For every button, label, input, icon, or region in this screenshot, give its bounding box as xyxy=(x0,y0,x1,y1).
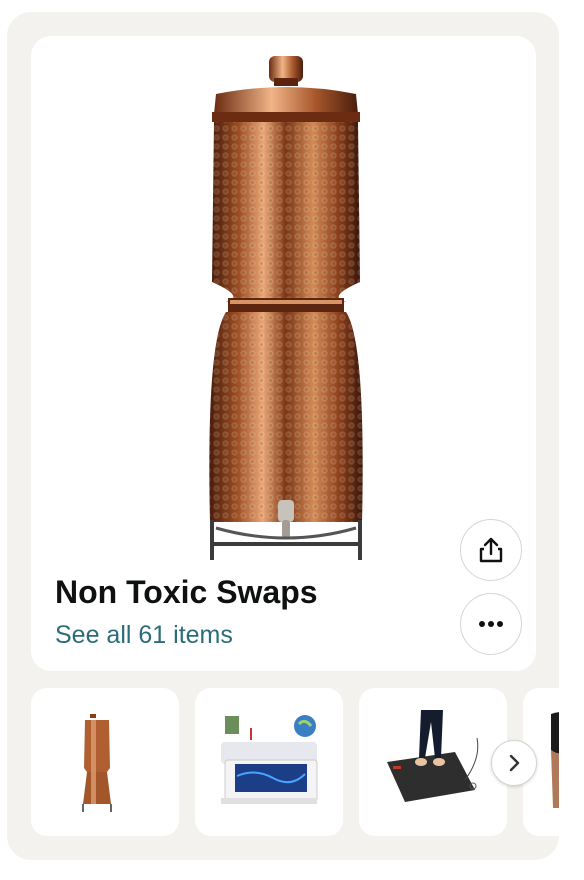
copper-dispenser-thumbnail-image xyxy=(82,714,112,812)
grounding-floor-mat-thumbnail-image xyxy=(387,710,479,802)
carousel-next-button[interactable] xyxy=(491,740,537,786)
copper-dispenser-image[interactable] xyxy=(176,52,396,560)
grounding-mattress-pad-thumbnail-image xyxy=(221,715,318,804)
more-options-icon xyxy=(479,621,503,627)
share-button[interactable] xyxy=(460,519,522,581)
thumbnail-item[interactable] xyxy=(195,688,343,836)
thumbnail-item[interactable] xyxy=(31,688,179,836)
more-options-button[interactable] xyxy=(460,593,522,655)
chevron-right-icon xyxy=(509,754,520,772)
list-title: Non Toxic Swaps xyxy=(55,574,318,610)
share-icon xyxy=(479,537,503,563)
list-card: Non Toxic Swaps See all 61 items xyxy=(7,12,559,860)
hero-card[interactable]: Non Toxic Swaps See all 61 items xyxy=(31,36,536,671)
see-all-link[interactable]: See all 61 items xyxy=(55,621,233,650)
thumbnail-item[interactable] xyxy=(359,688,507,836)
